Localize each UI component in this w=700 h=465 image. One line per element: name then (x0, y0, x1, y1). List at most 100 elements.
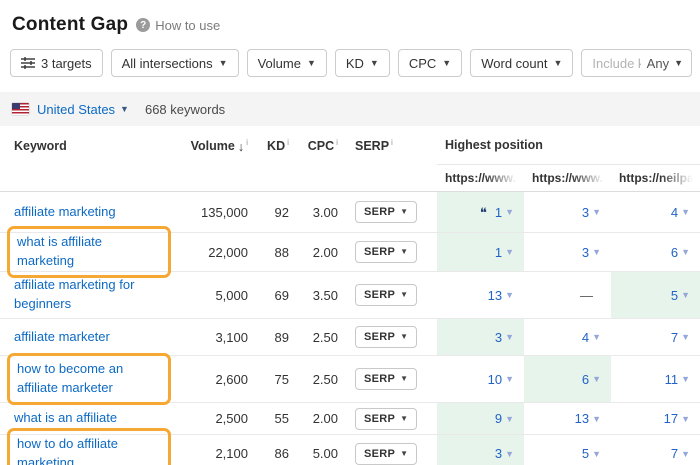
keyword-link[interactable]: how to do affiliate marketing (17, 436, 118, 465)
position-link[interactable]: 11▼ (665, 372, 690, 387)
cpc-value: 2.50 (292, 356, 340, 402)
keyword-link[interactable]: affiliate marketing (14, 204, 116, 219)
keyword-cell: how to become an affiliate marketer (0, 356, 185, 402)
info-icon: i (246, 137, 248, 147)
keyword-mode-select[interactable]: Any ▼ (641, 56, 683, 71)
sliders-icon (21, 57, 35, 69)
chevron-down-icon: ▼ (505, 207, 514, 217)
position-cell-3: 4▼ (611, 192, 700, 232)
keyword-cell: what is affiliate marketing (0, 233, 185, 271)
position-link[interactable]: 13▼ (575, 411, 601, 426)
kd-value: 69 (252, 272, 292, 318)
how-to-use-label: How to use (155, 18, 220, 33)
position-link[interactable]: 4▼ (671, 205, 690, 220)
serp-cell: SERP▼ (340, 272, 437, 318)
serp-cell: SERP▼ (340, 435, 437, 465)
position-link[interactable]: 1▼ (495, 245, 514, 260)
serp-button[interactable]: SERP▼ (355, 201, 417, 223)
position-link[interactable]: 7▼ (671, 330, 690, 345)
question-mark-icon: ? (136, 18, 150, 32)
serp-button[interactable]: SERP▼ (355, 408, 417, 430)
serp-button[interactable]: SERP▼ (355, 326, 417, 348)
position-link[interactable]: 6▼ (582, 372, 601, 387)
serp-button[interactable]: SERP▼ (355, 368, 417, 390)
position-link[interactable]: 13▼ (488, 288, 514, 303)
position-link[interactable]: ❝1▼ (480, 205, 514, 220)
page-header: Content Gap ? How to use (0, 0, 700, 44)
chevron-down-icon: ▼ (505, 414, 514, 424)
keyword-cell: affiliate marketer (0, 319, 185, 355)
keyword-link[interactable]: what is affiliate marketing (17, 234, 102, 268)
chevron-down-icon: ▼ (400, 248, 408, 256)
target-url-2[interactable]: https://www.si (524, 171, 611, 185)
chevron-down-icon: ▼ (592, 332, 601, 342)
col-header-kd[interactable]: KDi (252, 137, 292, 153)
chevron-down-icon: ▼ (592, 414, 601, 424)
targets-button[interactable]: 3 targets (10, 49, 103, 77)
position-link[interactable]: 5▼ (582, 446, 601, 461)
filter-intersections[interactable]: All intersections▼ (111, 49, 239, 77)
serp-cell: SERP▼ (340, 233, 437, 271)
position-link[interactable]: 4▼ (582, 330, 601, 345)
info-icon: i (287, 137, 289, 147)
filter-cpc[interactable]: CPC▼ (398, 49, 462, 77)
position-link[interactable]: 6▼ (671, 245, 690, 260)
position-link[interactable]: 3▼ (582, 205, 601, 220)
kd-value: 89 (252, 319, 292, 355)
table-row: what is affiliate marketing 22,000 88 2.… (0, 233, 700, 272)
chevron-down-icon: ▼ (592, 374, 601, 384)
kd-value: 86 (252, 435, 292, 465)
chevron-down-icon: ▼ (681, 332, 690, 342)
keyword-link[interactable]: how to become an affiliate marketer (17, 361, 123, 395)
chevron-down-icon: ▼ (219, 59, 228, 68)
position-link[interactable]: 9▼ (495, 411, 514, 426)
filter-word-count[interactable]: Word count▼ (470, 49, 573, 77)
col-header-volume[interactable]: Volume↓i (185, 137, 252, 153)
table-row: affiliate marketing for beginners 5,000 … (0, 272, 700, 319)
position-cell-3: 7▼ (611, 435, 700, 465)
serp-button[interactable]: SERP▼ (355, 241, 417, 263)
position-link[interactable]: 3▼ (495, 446, 514, 461)
keyword-link[interactable]: what is an affiliate (14, 410, 117, 425)
position-link[interactable]: 3▼ (582, 245, 601, 260)
chevron-down-icon: ▼ (400, 415, 408, 423)
chevron-down-icon: ▼ (505, 290, 514, 300)
country-select[interactable]: United States ▼ (37, 102, 129, 117)
position-link[interactable]: 3▼ (495, 330, 514, 345)
target-url-1[interactable]: https://www.bi (437, 171, 524, 185)
chevron-down-icon: ▼ (400, 208, 408, 216)
position-cell-2: 4▼ (524, 319, 611, 355)
chevron-down-icon: ▼ (505, 247, 514, 257)
cpc-value: 3.00 (292, 192, 340, 232)
filter-volume[interactable]: Volume▼ (247, 49, 327, 77)
position-cell-1: 1▼ (437, 233, 524, 271)
position-cell-3: 17▼ (611, 403, 700, 434)
position-link[interactable]: 7▼ (671, 446, 690, 461)
target-url-3[interactable]: https://neilpate (611, 171, 700, 185)
chevron-down-icon: ▼ (553, 59, 562, 68)
position-link[interactable]: 17▼ (664, 411, 690, 426)
chevron-down-icon: ▼ (307, 59, 316, 68)
filter-kd[interactable]: KD▼ (335, 49, 390, 77)
position-link[interactable]: 10▼ (488, 372, 514, 387)
position-link[interactable]: 5▼ (671, 288, 690, 303)
chevron-down-icon: ▼ (442, 59, 451, 68)
volume-value: 135,000 (185, 192, 252, 232)
how-to-use-link[interactable]: ? How to use (136, 18, 220, 33)
serp-button[interactable]: SERP▼ (355, 443, 417, 465)
include-keyword-input[interactable] (592, 56, 640, 71)
keyword-link[interactable]: affiliate marketing for beginners (14, 277, 134, 311)
keyword-link[interactable]: affiliate marketer (14, 329, 110, 344)
serp-cell: SERP▼ (340, 192, 437, 232)
chevron-down-icon: ▼ (681, 247, 690, 257)
chevron-down-icon: ▼ (681, 449, 690, 459)
country-bar: United States ▼ 668 keywords (0, 92, 700, 126)
col-header-keyword[interactable]: Keyword (0, 139, 185, 153)
no-position-dash: — (580, 288, 601, 303)
cpc-value: 5.00 (292, 435, 340, 465)
serp-button[interactable]: SERP▼ (355, 284, 417, 306)
chevron-down-icon: ▼ (505, 449, 514, 459)
keywords-count: 668 keywords (145, 102, 225, 117)
info-icon: i (336, 137, 338, 147)
col-header-cpc[interactable]: CPCi (292, 137, 340, 153)
